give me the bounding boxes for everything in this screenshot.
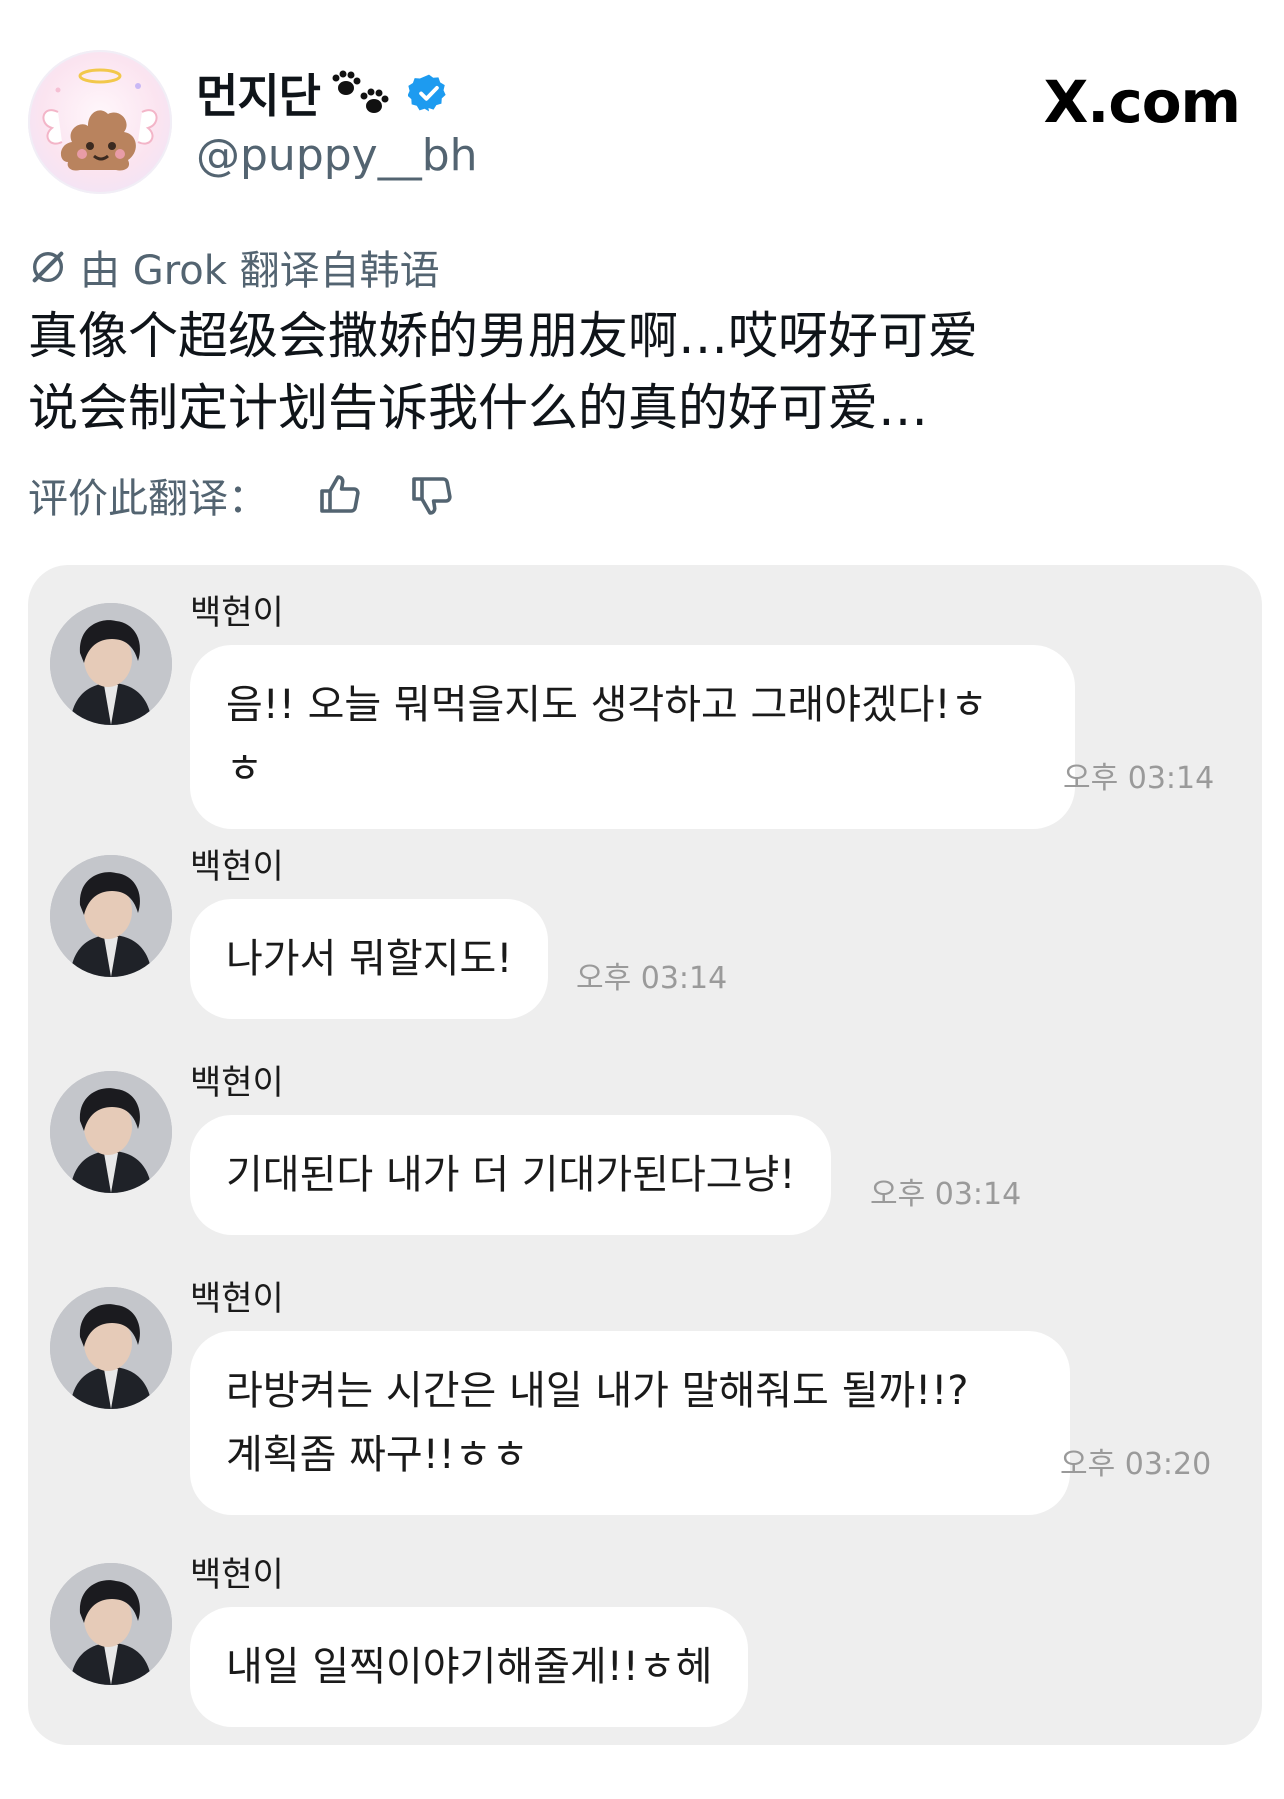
sender-avatar[interactable] bbox=[50, 1563, 172, 1685]
poop-mascot-icon bbox=[42, 68, 158, 171]
message-time: 오후 03:14 bbox=[870, 1177, 1022, 1212]
message-time: 오후 03:14 bbox=[1063, 761, 1215, 796]
sender-photo-icon bbox=[50, 1287, 172, 1409]
grok-icon bbox=[32, 251, 64, 283]
message-time: 오후 03:14 bbox=[576, 961, 728, 996]
sender-photo-icon bbox=[50, 855, 172, 977]
thumbs-down-icon[interactable] bbox=[408, 471, 456, 519]
thumbs-up-icon[interactable] bbox=[316, 471, 364, 519]
display-name-row: 먼지단 bbox=[196, 60, 450, 126]
rate-label: 评价此翻译： bbox=[28, 476, 268, 522]
message-bubble[interactable]: 기대된다 내가 더 기대가된다그냥! bbox=[190, 1115, 832, 1235]
sender-photo-icon bbox=[50, 603, 172, 725]
sender-name: 백현이 bbox=[190, 1279, 284, 1319]
translated-tweet-text: 真像个超级会撒娇的男朋友啊…哎呀好可爱 说会制定计划告诉我什么的真的好可爱… bbox=[28, 300, 1228, 444]
sender-name: 백현이 bbox=[190, 593, 284, 633]
sender-avatar[interactable] bbox=[50, 1287, 172, 1409]
profile-avatar[interactable] bbox=[28, 50, 172, 194]
message-bubble[interactable]: 라방켜는 시간은 내일 내가 말해줘도 될까!!? 계획좀 짜구!!ㅎㅎ bbox=[190, 1331, 1070, 1515]
sender-name: 백현이 bbox=[190, 1063, 284, 1103]
sender-avatar[interactable] bbox=[50, 1071, 172, 1193]
paw-prints-icon bbox=[332, 70, 389, 113]
message-bubble[interactable]: 음!! 오늘 뭐먹을지도 생각하고 그래야겠다!ㅎ ㅎ bbox=[190, 645, 1075, 829]
verified-badge-icon[interactable] bbox=[407, 72, 450, 114]
sender-name: 백현이 bbox=[190, 1555, 284, 1595]
sender-avatar[interactable] bbox=[50, 603, 172, 725]
tweet-line-1: 真像个超级会撒娇的男朋友啊…哎呀好可爱 bbox=[28, 307, 978, 365]
message-bubble[interactable]: 나가서 뭐할지도! bbox=[190, 899, 549, 1019]
sender-avatar[interactable] bbox=[50, 855, 172, 977]
display-name[interactable]: 먼지단 bbox=[196, 60, 321, 126]
tweet-line-2: 说会制定计划告诉我什么的真的好可爱… bbox=[28, 379, 928, 437]
message-time: 오후 03:20 bbox=[1060, 1447, 1212, 1482]
sender-photo-icon bbox=[50, 1071, 172, 1193]
chat-screenshot: 백현이 음!! 오늘 뭐먹을지도 생각하고 그래야겠다!ㅎ ㅎ 오후 03:14… bbox=[28, 565, 1262, 1745]
sender-name: 백현이 bbox=[190, 847, 284, 887]
user-handle[interactable]: @puppy__bh bbox=[196, 130, 478, 181]
rate-translation-row: 评价此翻译： bbox=[28, 466, 456, 524]
x-com-logo: X.com bbox=[1043, 68, 1241, 136]
grok-translation-label[interactable]: 由 Grok 翻译自韩语 bbox=[28, 238, 440, 296]
sender-photo-icon bbox=[50, 1563, 172, 1685]
message-bubble[interactable]: 내일 일찍이야기해줄게!!ㅎ헤 bbox=[190, 1607, 749, 1727]
grok-label-text: 由 Grok 翻译自韩语 bbox=[80, 248, 440, 294]
